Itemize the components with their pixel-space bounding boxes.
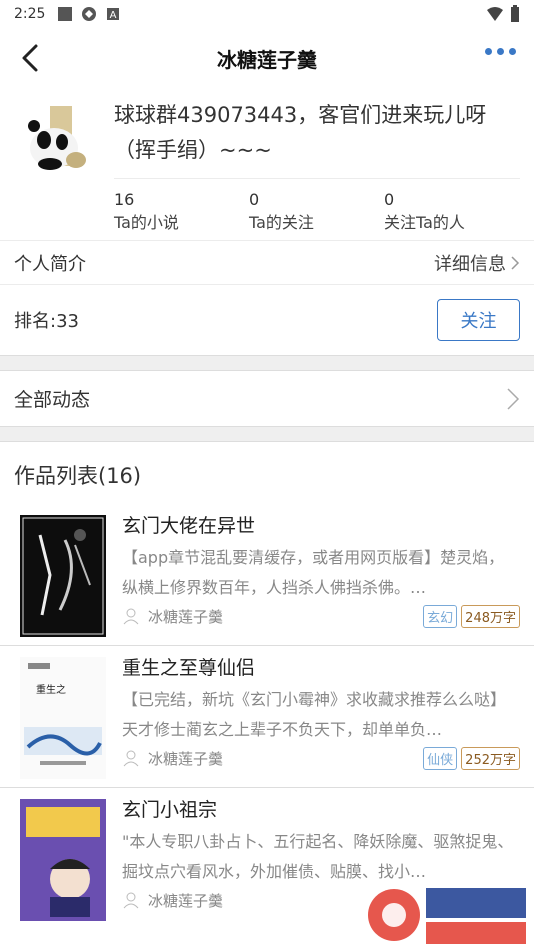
- stat-label: 关注Ta的人: [384, 213, 465, 232]
- dynamics-label: 全部动态: [14, 389, 91, 411]
- bio-line: （挥手绢）~~~: [114, 138, 272, 162]
- word-count-badge: 252万字: [461, 746, 520, 770]
- book-title: 重生之至尊仙侣: [122, 657, 256, 679]
- author-icon: [123, 892, 139, 909]
- back-arrow-icon[interactable]: [16, 42, 48, 74]
- stat-label: Ta的关注: [249, 213, 314, 232]
- page-title: 冰糖莲子羹: [217, 47, 317, 72]
- book-description: 【已完结，新坑《玄门小霉神》求收藏求推荐么么哒】 天才修士蔺玄之上辈子不负天下，…: [122, 690, 507, 739]
- notification-square-icon: [58, 7, 73, 21]
- status-bar: 2:25 A: [0, 0, 534, 28]
- app-notification-icon: [82, 7, 97, 21]
- more-options-icon[interactable]: [485, 48, 516, 55]
- stat-following[interactable]: 0 Ta的关注: [249, 189, 384, 240]
- svg-text:A: A: [110, 10, 117, 21]
- book-cover: 重生之: [20, 657, 106, 779]
- avatar[interactable]: [20, 102, 98, 180]
- a-notification-icon: A: [107, 8, 120, 21]
- follow-button[interactable]: 关注: [437, 299, 520, 341]
- book-item[interactable]: 重生之 重生之至尊仙侣 【已完结，新坑《玄门小霉神》求收藏求推荐么么哒】 天才修…: [0, 646, 534, 788]
- book-item[interactable]: 玄门大佬在异世 【app章节混乱要清缓存，或者用网页版看】楚灵焰，纵横上修界数百…: [0, 504, 534, 646]
- user-bio: 球球群439073443，客官们进来玩儿呀 （挥手绢）~~~: [114, 98, 486, 178]
- book-author: 冰糖莲子羹: [148, 891, 224, 910]
- book-title: 玄门大佬在异世: [122, 515, 256, 537]
- section-divider: [0, 355, 534, 371]
- rank-label: 排名:33: [14, 311, 79, 332]
- section-divider: [0, 426, 534, 442]
- intro-label: 个人简介: [14, 253, 86, 275]
- intro-row[interactable]: 个人简介 详细信息: [0, 240, 534, 285]
- book-cover: [20, 515, 106, 637]
- bio-line: 球球群439073443，客官们进来玩儿呀: [114, 103, 487, 127]
- book-author: 冰糖莲子羹: [148, 607, 224, 626]
- detail-label: 详细信息: [434, 253, 506, 275]
- detail-link[interactable]: 详细信息: [434, 250, 520, 276]
- chevron-right-icon: [511, 255, 520, 270]
- book-cover: [20, 799, 106, 921]
- svg-text:重生之: 重生之: [36, 683, 66, 696]
- genre-badge: 玄幻: [423, 604, 458, 628]
- nav-bar: 冰糖莲子羹: [0, 28, 534, 88]
- status-time: 2:25: [14, 6, 46, 22]
- works-title: 作品列表(16): [14, 464, 142, 488]
- book-description: 【app章节混乱要清缓存，或者用网页版看】楚灵焰，纵横上修界数百年，人挡杀人佛挡…: [122, 548, 505, 597]
- stat-label: Ta的小说: [114, 213, 179, 232]
- battery-icon: [511, 5, 519, 22]
- word-count-badge: 248万字: [461, 604, 520, 628]
- book-title: 玄门小祖宗: [122, 799, 218, 821]
- stat-number: 0: [384, 190, 395, 209]
- profile-header: 球球群439073443，客官们进来玩儿呀 （挥手绢）~~~: [0, 88, 534, 180]
- author-icon: [123, 608, 139, 625]
- rank-row: 排名:33 关注: [0, 285, 534, 355]
- stat-followers[interactable]: 0 关注Ta的人: [384, 189, 519, 240]
- all-dynamics-row[interactable]: 全部动态: [0, 371, 534, 426]
- genre-badge: 仙侠: [423, 746, 458, 770]
- book-author: 冰糖莲子羹: [148, 749, 224, 768]
- book-description: "本人专职八卦占卜、五行起名、降妖除魔、驱煞捉鬼、掘坟点穴看风水，外加催债、贴膜…: [122, 832, 514, 881]
- site-watermark: [368, 888, 526, 944]
- wifi-icon: [487, 7, 503, 21]
- stat-novels[interactable]: 16 Ta的小说: [114, 189, 249, 240]
- stats-row: 16 Ta的小说 0 Ta的关注 0 关注Ta的人: [114, 178, 520, 240]
- stat-number: 16: [114, 190, 135, 209]
- stat-number: 0: [249, 190, 260, 209]
- chevron-right-icon: [507, 387, 520, 410]
- author-icon: [123, 750, 139, 767]
